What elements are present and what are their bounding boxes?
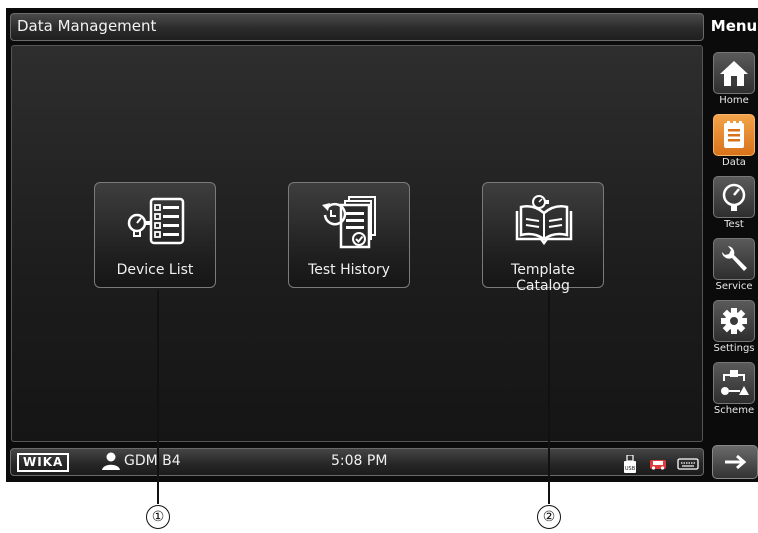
- gauge-icon: [722, 183, 746, 211]
- callout-1: ①: [146, 505, 170, 529]
- tile-label: Device List: [116, 262, 194, 278]
- device-list-button[interactable]: Device List: [94, 182, 216, 288]
- device-list-icon: [127, 197, 185, 245]
- sidebar-item-home[interactable]: Home: [709, 52, 758, 116]
- gear-icon: [721, 308, 747, 334]
- sidebar-item-test[interactable]: Test: [709, 176, 758, 240]
- sidebar-label: Home: [719, 95, 749, 106]
- tile-label: Template Catalog: [511, 262, 575, 294]
- status-bar: WIKA GDM B4 5:08 PM USB: [10, 448, 704, 476]
- template-catalog-button[interactable]: Template Catalog: [482, 182, 604, 294]
- wrench-icon: [722, 246, 747, 271]
- sidebar-label: Test: [724, 219, 744, 230]
- test-history-button[interactable]: Test History: [288, 182, 410, 288]
- wika-logo: WIKA: [17, 453, 70, 472]
- callout-line-1: [157, 290, 159, 504]
- page-title: Data Management: [17, 17, 157, 35]
- settings-button[interactable]: [713, 300, 755, 342]
- tile-label: Test History: [308, 262, 390, 278]
- test-button[interactable]: [713, 176, 755, 218]
- device-screen: Data Management Menu Device List Test Hi…: [6, 8, 758, 482]
- usb-icon: USB: [624, 453, 636, 473]
- user-name: GDM B4: [124, 453, 181, 469]
- sidebar-label: Data: [722, 157, 746, 168]
- arrow-right-icon: [725, 454, 747, 470]
- menu-label: Menu: [710, 17, 758, 35]
- home-icon: [720, 61, 748, 86]
- sidebar-item-service[interactable]: Service: [709, 238, 758, 302]
- sidebar-label: Scheme: [713, 405, 755, 416]
- clock: 5:08 PM: [331, 453, 388, 469]
- sidebar-item-settings[interactable]: Settings: [709, 300, 758, 364]
- test-history-icon: [322, 196, 376, 249]
- scheme-button[interactable]: [713, 362, 755, 404]
- title-bar: Data Management: [10, 13, 704, 41]
- next-button[interactable]: [712, 445, 758, 479]
- callout-2: ②: [537, 505, 561, 529]
- callout-line-2: [548, 290, 550, 504]
- template-catalog-icon: [515, 195, 573, 246]
- data-button[interactable]: [713, 114, 755, 156]
- sidebar-item-scheme[interactable]: Scheme: [709, 362, 758, 426]
- main-panel: Device List Test History Template Catalo…: [11, 45, 703, 442]
- svg-text:USB: USB: [625, 466, 636, 472]
- user-icon: [102, 452, 120, 470]
- status-icons: USB: [623, 453, 699, 473]
- keyboard-icon: [677, 457, 699, 470]
- sidebar-item-data[interactable]: Data: [709, 114, 758, 178]
- car-icon: [650, 459, 667, 470]
- home-button[interactable]: [713, 52, 755, 94]
- sidebar-label: Settings: [713, 343, 755, 354]
- service-button[interactable]: [713, 238, 755, 280]
- data-icon: [724, 121, 744, 148]
- scheme-icon: [721, 370, 749, 395]
- sidebar-label: Service: [715, 281, 753, 292]
